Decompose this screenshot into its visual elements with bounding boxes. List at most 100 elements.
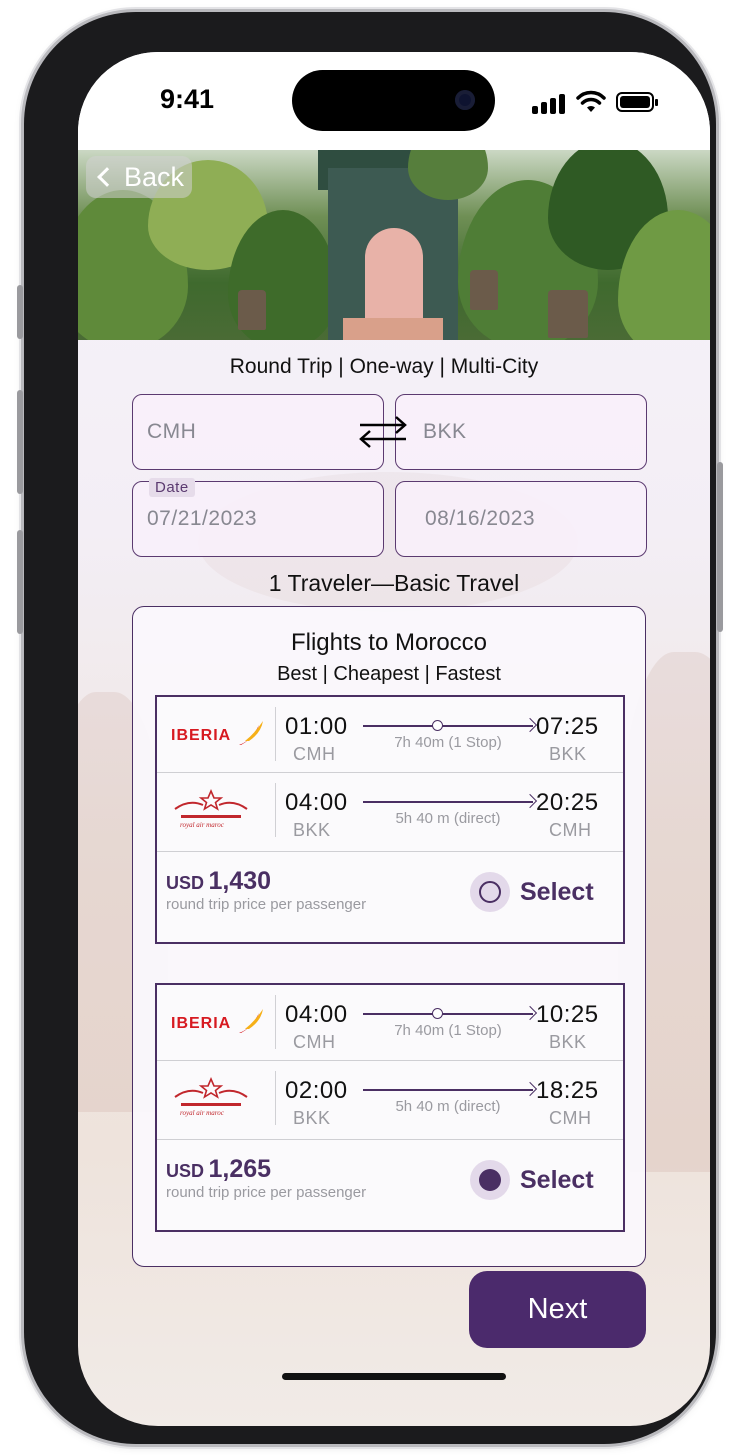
flight-duration: 7h 40m (1 Stop) [394,1022,502,1039]
origin-value: CMH [147,420,197,443]
destination-value: BKK [423,420,467,443]
stop-marker-icon [432,1008,443,1019]
volume-down-button [17,530,23,634]
select-button[interactable]: Select [470,872,594,912]
select-label: Select [520,877,594,906]
date-label: Date [149,478,195,497]
battery-icon [616,92,658,112]
status-time: 9:41 [160,84,215,114]
departure-time: 01:00 [285,713,348,740]
iberia-logo: IBERIA [171,721,263,745]
radio-unselected-icon[interactable] [470,872,510,912]
sort-options[interactable]: Best | Cheapest | Fastest [133,663,645,686]
destination-field[interactable]: BKK [395,394,647,470]
arrival-airport: BKK [549,1032,587,1052]
price-amount: 1,430 [208,867,272,895]
leg-divider [157,851,623,852]
volume-up-button [17,390,23,494]
departure-airport: CMH [293,1032,336,1052]
flight-leg: royal air maroc 02:00 BKK 5h 40 m (direc… [157,1061,623,1137]
lantern [548,290,588,338]
mute-switch [17,285,23,339]
arrival-airport: BKK [549,744,587,764]
airline-name: royal air maroc [180,1109,225,1117]
flight-leg: IBERIA 01:00 CMH 7h 40m (1 Stop) 07:25 B… [157,697,623,773]
radio-selected-icon[interactable] [470,1160,510,1200]
stop-marker-icon [432,720,443,731]
route-line [363,725,533,727]
garden-path [343,318,443,340]
arrival-time: 20:25 [536,789,599,816]
flight-duration: 5h 40 m (direct) [395,810,501,827]
arrow-right-icon [522,717,538,733]
leg-divider [157,1139,623,1140]
status-bar: 9:41 [78,52,710,150]
logo-divider [275,783,276,837]
flight-results-panel: Flights to Morocco Best | Cheapest | Fas… [132,606,646,1267]
logo-divider [275,995,276,1049]
select-label: Select [520,1165,594,1194]
price-note: round trip price per passenger [166,896,367,913]
swap-arrows-icon[interactable] [356,412,410,452]
flight-leg: royal air maroc 04:00 BKK 5h 40 m (direc… [157,773,623,849]
traveler-summary[interactable]: 1 Traveler—Basic Travel [78,570,710,597]
wifi-icon [576,90,606,112]
svg-text:IBERIA: IBERIA [171,727,231,744]
app-screen: 9:41 Back Round Trip | One-way | Multi-C… [78,52,710,1426]
price-amount: 1,265 [208,1155,272,1183]
arrival-time: 07:25 [536,713,599,740]
lantern [238,290,266,330]
departure-time: 04:00 [285,789,348,816]
lantern [470,270,498,310]
departure-airport: BKK [293,1108,331,1128]
airline-name: royal air maroc [180,821,225,829]
hero-garden-image: Back [78,150,710,340]
departure-time: 04:00 [285,1001,348,1028]
departure-time: 02:00 [285,1077,348,1104]
royal-air-maroc-logo: royal air maroc [174,1076,248,1117]
back-button[interactable]: Back [86,156,192,198]
cellular-signal-icon [532,94,566,114]
departure-airport: CMH [293,744,336,764]
next-button[interactable]: Next [469,1271,646,1348]
flight-leg: IBERIA 04:00 CMH 7h 40m (1 Stop) 10:25 B… [157,985,623,1061]
arrow-right-icon [522,1005,538,1021]
price: USD 1,430 [166,867,271,896]
logo-divider [275,707,276,761]
svg-text:IBERIA: IBERIA [171,1015,231,1032]
arrow-right-icon [522,793,538,809]
results-title: Flights to Morocco [290,629,488,656]
flight-option-card[interactable]: IBERIA 01:00 CMH 7h 40m (1 Stop) 07:25 B… [155,695,625,944]
return-date-field[interactable]: 08/16/2023 [395,481,647,557]
phone-frame: 9:41 Back Round Trip | One-way | Multi-C… [17,12,723,1444]
price-note: round trip price per passenger [166,1184,367,1201]
arrival-time: 10:25 [536,1001,599,1028]
depart-date-value: 07/21/2023 [147,507,258,530]
departure-airport: BKK [293,820,331,840]
logo-divider [275,1071,276,1125]
price: USD 1,265 [166,1155,271,1184]
flight-duration: 5h 40 m (direct) [395,1098,501,1115]
dynamic-island [292,70,495,131]
iberia-logo: IBERIA [171,1009,263,1033]
home-indicator[interactable] [282,1373,506,1380]
flight-option-card[interactable]: IBERIA 04:00 CMH 7h 40m (1 Stop) 10:25 B… [155,983,625,1232]
return-date-value: 08/16/2023 [425,507,536,530]
depart-date-field[interactable]: Date 07/21/2023 [132,478,384,557]
camera-icon [455,90,475,110]
chevron-left-icon [97,167,117,187]
trip-type-selector[interactable]: Round Trip | One-way | Multi-City [78,355,690,379]
select-button[interactable]: Select [470,1160,594,1200]
route-line [363,801,533,803]
price-currency: USD [166,873,205,893]
route-line [363,1013,533,1015]
flight-duration: 7h 40m (1 Stop) [394,734,502,751]
arrival-time: 18:25 [536,1077,599,1104]
royal-air-maroc-logo: royal air maroc [174,788,248,829]
arrival-airport: CMH [549,1108,592,1128]
route-line [363,1089,533,1091]
arrival-airport: CMH [549,820,592,840]
arrow-right-icon [522,1081,538,1097]
origin-field[interactable]: CMH [132,394,384,470]
back-label: Back [124,161,185,192]
